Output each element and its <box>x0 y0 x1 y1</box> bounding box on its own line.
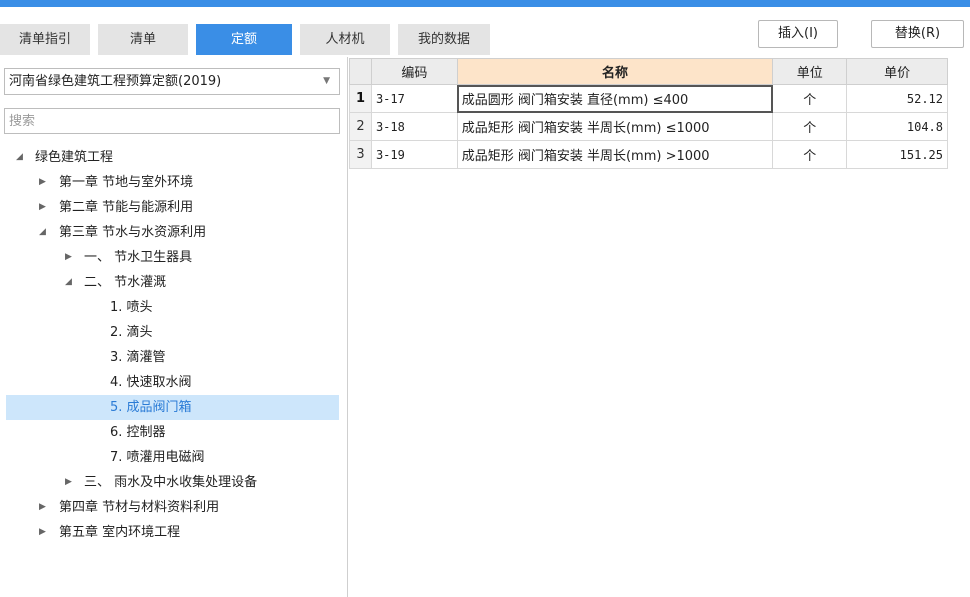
tree-item-label: 第四章 节材与材料资料利用 <box>59 500 220 515</box>
tree-item-label: 6. 控制器 <box>110 425 166 440</box>
tree-item-label: 5. 成品阀门箱 <box>110 400 192 415</box>
price-cell[interactable]: 151.25 <box>846 140 948 169</box>
tab-quota[interactable]: 定额 <box>196 24 292 55</box>
tree-item-label: 一、 节水卫生器具 <box>84 250 193 265</box>
insert-button[interactable]: 插入(I) <box>758 20 838 48</box>
tree-item-chapter-3[interactable]: ◢ 第三章 节水与水资源利用 <box>0 220 340 245</box>
tree-item-green-building[interactable]: ◢ 绿色建筑工程 <box>0 145 340 170</box>
tree-item-label: 7. 喷灌用电磁阀 <box>110 450 205 465</box>
tree-item-section-3[interactable]: ▶ 三、 雨水及中水收集处理设备 <box>0 470 340 495</box>
code-cell[interactable]: 3-19 <box>370 140 458 169</box>
table-row[interactable]: 2 3-18 成品矩形 阀门箱安装 半周长(mm) ≤1000 个 104.8 <box>349 112 948 141</box>
code-cell[interactable]: 3-18 <box>370 112 458 141</box>
tree-item-label: 第三章 节水与水资源利用 <box>59 225 207 240</box>
tree-item-dripper[interactable]: 2. 滴头 <box>0 320 340 345</box>
tab-list[interactable]: 清单 <box>98 24 188 55</box>
code-cell[interactable]: 3-17 <box>370 84 458 113</box>
left-pane: 河南省绿色建筑工程预算定额(2019) ▼ ◢ 绿色建筑工程 ▶ 第一章 节地与… <box>0 57 347 597</box>
tree-item-controller[interactable]: 6. 控制器 <box>0 420 340 445</box>
price-cell[interactable]: 104.8 <box>846 112 948 141</box>
triangle-right-icon[interactable]: ▶ <box>65 470 72 495</box>
tree-item-section-1[interactable]: ▶ 一、 节水卫生器具 <box>0 245 340 270</box>
tree-item-label: 3. 滴灌管 <box>110 350 166 365</box>
tree-item-section-2[interactable]: ◢ 二、 节水灌溉 <box>0 270 340 295</box>
unit-cell[interactable]: 个 <box>772 112 848 141</box>
tree-item-drip-pipe[interactable]: 3. 滴灌管 <box>0 345 340 370</box>
triangle-right-icon[interactable]: ▶ <box>65 245 72 270</box>
tree-item-label: 2. 滴头 <box>110 325 153 340</box>
tree-item-label: 二、 节水灌溉 <box>84 275 167 290</box>
name-cell[interactable]: 成品矩形 阀门箱安装 半周长(mm) >1000 <box>456 140 774 169</box>
triangle-right-icon[interactable]: ▶ <box>39 170 46 195</box>
chevron-down-icon: ▼ <box>323 76 330 86</box>
triangle-right-icon[interactable]: ▶ <box>39 495 46 520</box>
tree-item-label: 绿色建筑工程 <box>35 150 114 165</box>
tab-list-guide[interactable]: 清单指引 <box>0 24 90 55</box>
row-number: 2 <box>349 112 372 141</box>
table-header-row: 编码 名称 单位 单价 <box>349 58 948 85</box>
table-row[interactable]: 1 3-17 成品圆形 阀门箱安装 直径(mm) ≤400 个 52.12 <box>349 84 948 113</box>
tree-item-label: 1. 喷头 <box>110 300 153 315</box>
price-column-header[interactable]: 单价 <box>846 58 948 85</box>
code-column-header[interactable]: 编码 <box>370 58 458 85</box>
tree-item-label: 第二章 节能与能源利用 <box>59 200 194 215</box>
price-cell[interactable]: 52.12 <box>846 84 948 113</box>
tree-item-chapter-5[interactable]: ▶ 第五章 室内环境工程 <box>0 520 340 545</box>
replace-button[interactable]: 替换(R) <box>871 20 964 48</box>
triangle-down-icon[interactable]: ◢ <box>39 220 46 245</box>
tree-item-label: 第五章 室内环境工程 <box>59 525 181 540</box>
window-top-bar <box>0 0 970 7</box>
table-row[interactable]: 3 3-19 成品矩形 阀门箱安装 半周长(mm) >1000 个 151.25 <box>349 140 948 169</box>
tab-bar: 清单指引 清单 定额 人材机 我的数据 <box>0 24 490 55</box>
row-number-header <box>349 58 372 85</box>
tab-labor-material-machine[interactable]: 人材机 <box>300 24 390 55</box>
row-number: 1 <box>349 84 372 113</box>
tree-item-label: 第一章 节地与室外环境 <box>59 175 194 190</box>
pane-divider[interactable] <box>347 57 348 597</box>
tree-item-valve-box[interactable]: 5. 成品阀门箱 <box>6 395 339 420</box>
quota-library-select[interactable]: 河南省绿色建筑工程预算定额(2019) ▼ <box>4 68 340 95</box>
quota-library-value: 河南省绿色建筑工程预算定额(2019) <box>9 74 222 89</box>
tree-item-chapter-1[interactable]: ▶ 第一章 节地与室外环境 <box>0 170 340 195</box>
unit-cell[interactable]: 个 <box>772 140 848 169</box>
tree-item-label: 4. 快速取水阀 <box>110 375 192 390</box>
triangle-down-icon[interactable]: ◢ <box>16 145 23 170</box>
search-input[interactable] <box>4 108 340 134</box>
tab-my-data[interactable]: 我的数据 <box>398 24 490 55</box>
row-number: 3 <box>349 140 372 169</box>
tree-item-sprinkler[interactable]: 1. 喷头 <box>0 295 340 320</box>
triangle-right-icon[interactable]: ▶ <box>39 195 46 220</box>
tree-item-solenoid-valve[interactable]: 7. 喷灌用电磁阀 <box>0 445 340 470</box>
tree-item-label: 三、 雨水及中水收集处理设备 <box>84 475 258 490</box>
tree-item-quick-valve[interactable]: 4. 快速取水阀 <box>0 370 340 395</box>
name-cell[interactable]: 成品矩形 阀门箱安装 半周长(mm) ≤1000 <box>456 112 774 141</box>
name-cell[interactable]: 成品圆形 阀门箱安装 直径(mm) ≤400 <box>456 84 774 113</box>
quota-table: 编码 名称 单位 单价 1 3-17 成品圆形 阀门箱安装 直径(mm) ≤40… <box>349 58 948 169</box>
unit-column-header[interactable]: 单位 <box>772 58 848 85</box>
triangle-down-icon[interactable]: ◢ <box>65 270 72 295</box>
tree-item-chapter-2[interactable]: ▶ 第二章 节能与能源利用 <box>0 195 340 220</box>
name-column-header[interactable]: 名称 <box>456 58 774 85</box>
tree-item-chapter-4[interactable]: ▶ 第四章 节材与材料资料利用 <box>0 495 340 520</box>
unit-cell[interactable]: 个 <box>772 84 848 113</box>
triangle-right-icon[interactable]: ▶ <box>39 520 46 545</box>
